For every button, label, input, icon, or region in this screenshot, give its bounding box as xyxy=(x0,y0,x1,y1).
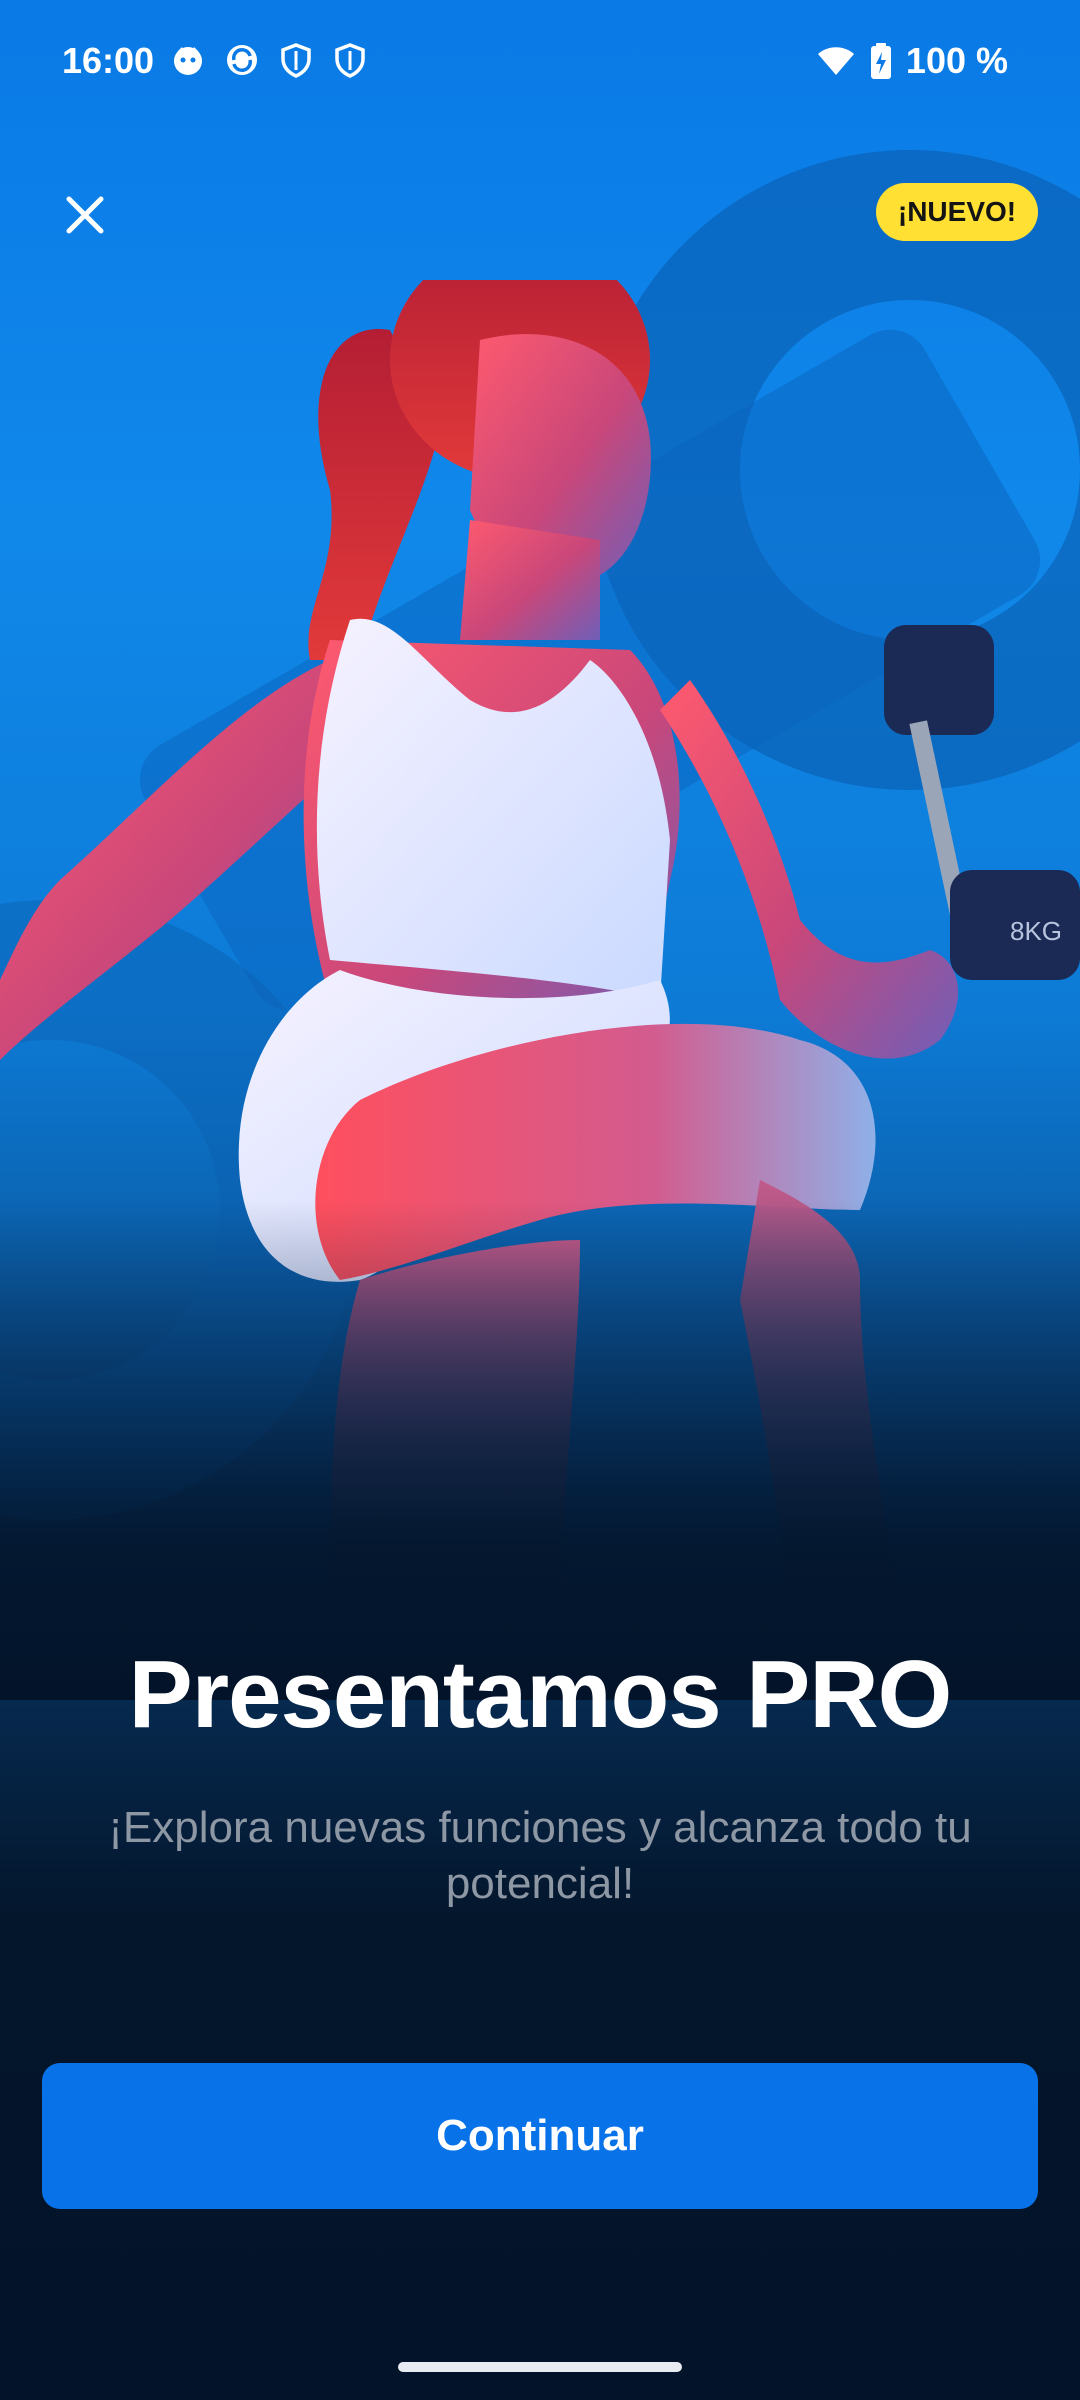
dumbbell: 8KG xyxy=(884,625,1080,980)
status-notification-icons xyxy=(170,42,368,78)
shield-icon xyxy=(335,43,365,78)
new-badge: ¡NUEVO! xyxy=(876,183,1038,241)
page-title: Presentamos PRO xyxy=(128,1641,953,1748)
wifi-icon xyxy=(817,47,854,75)
svg-text:8KG: 8KG xyxy=(1010,916,1062,946)
shield-icon xyxy=(281,43,311,78)
sync-icon xyxy=(227,45,257,75)
status-bar: 16:00 100 % xyxy=(0,0,1080,130)
battery-charging-icon xyxy=(870,43,891,79)
close-button[interactable] xyxy=(46,176,124,254)
pro-intro-screen: 8KG xyxy=(0,0,1080,2400)
cat-notification-icon xyxy=(174,47,202,75)
status-time: 16:00 xyxy=(62,40,155,81)
continue-button[interactable]: Continuar xyxy=(42,2063,1038,2209)
page-subtitle: ¡Explora nuevas funciones y alcanza todo… xyxy=(108,1803,972,1908)
close-icon xyxy=(66,196,104,234)
bottom-fade xyxy=(0,1200,1080,1700)
home-indicator[interactable] xyxy=(398,2362,682,2372)
battery-percent: 100 % xyxy=(905,40,1008,81)
status-system-icons: 100 % xyxy=(816,40,1008,82)
